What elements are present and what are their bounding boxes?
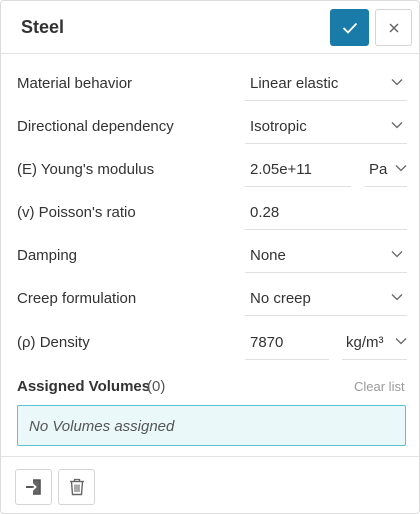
- check-icon: [342, 22, 357, 34]
- close-button[interactable]: [375, 9, 412, 46]
- density-unit-select[interactable]: kg/m³: [342, 325, 407, 360]
- confirm-button[interactable]: [330, 9, 369, 46]
- row-directional-dependency: Directional dependency Isotropic: [1, 105, 419, 148]
- density-label: (ρ) Density: [17, 334, 90, 351]
- poissons-ratio-input[interactable]: 0.28: [245, 195, 407, 230]
- density-input[interactable]: 7870: [245, 325, 329, 360]
- row-material-behavior: Material behavior Linear elastic: [1, 62, 419, 105]
- assigned-volumes-empty-text: No Volumes assigned: [29, 418, 175, 435]
- panel-header: Steel: [1, 1, 419, 54]
- material-behavior-label: Material behavior: [17, 75, 133, 92]
- density-value: 7870: [250, 334, 284, 351]
- directional-dependency-select[interactable]: Isotropic: [245, 109, 407, 144]
- assign-button[interactable]: [15, 469, 52, 505]
- poissons-ratio-value: 0.28: [250, 204, 280, 221]
- damping-label: Damping: [17, 247, 78, 264]
- directional-dependency-value: Isotropic: [250, 118, 307, 135]
- creep-formulation-label: Creep formulation: [17, 290, 137, 307]
- directional-dependency-label: Directional dependency: [17, 118, 174, 135]
- youngs-modulus-label: (E) Young's modulus: [17, 161, 155, 178]
- poissons-ratio-label: (v) Poisson's ratio: [17, 204, 136, 221]
- assigned-volumes-count: (0): [147, 378, 166, 395]
- trash-icon: [69, 478, 84, 496]
- material-panel: Steel Material behavior Linear elastic D…: [0, 0, 420, 514]
- youngs-modulus-value: 2.05e+11: [250, 161, 312, 178]
- youngs-modulus-unit-select[interactable]: Pa: [365, 152, 407, 187]
- chevron-down-icon: [391, 251, 403, 258]
- creep-formulation-value: No creep: [250, 290, 311, 307]
- damping-value: None: [250, 247, 286, 264]
- row-density: (ρ) Density 7870 kg/m³: [1, 321, 419, 364]
- close-icon: [388, 22, 399, 33]
- panel-footer: [1, 456, 419, 513]
- row-youngs-modulus: (E) Young's modulus 2.05e+11 Pa: [1, 148, 419, 191]
- material-behavior-value: Linear elastic: [250, 75, 339, 92]
- row-creep-formulation: Creep formulation No creep: [1, 277, 419, 320]
- chevron-down-icon: [391, 294, 403, 301]
- youngs-modulus-input[interactable]: 2.05e+11: [245, 152, 351, 187]
- creep-formulation-select[interactable]: No creep: [245, 281, 407, 316]
- chevron-down-icon: [391, 122, 403, 129]
- assigned-volumes-title: Assigned Volumes: [17, 378, 151, 395]
- panel-title: Steel: [21, 17, 65, 37]
- chevron-down-icon: [395, 338, 407, 345]
- row-poissons-ratio: (v) Poisson's ratio 0.28: [1, 191, 419, 234]
- material-behavior-select[interactable]: Linear elastic: [245, 66, 407, 101]
- density-unit: kg/m³: [346, 334, 384, 351]
- youngs-modulus-unit: Pa: [369, 161, 388, 178]
- delete-button[interactable]: [58, 469, 95, 505]
- row-damping: Damping None: [1, 234, 419, 277]
- assign-in-icon: [25, 479, 41, 495]
- chevron-down-icon: [395, 165, 407, 172]
- assigned-volumes-box[interactable]: No Volumes assigned: [17, 405, 406, 446]
- chevron-down-icon: [391, 79, 403, 86]
- clear-list-link[interactable]: Clear list: [354, 379, 405, 394]
- damping-select[interactable]: None: [245, 238, 407, 273]
